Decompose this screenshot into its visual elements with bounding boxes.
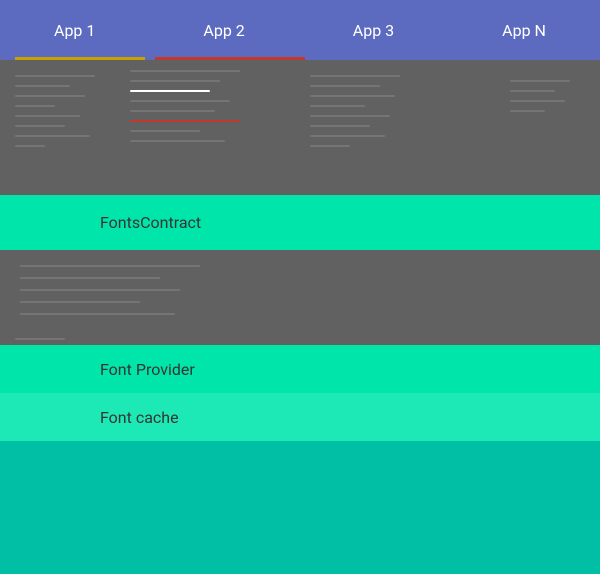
fonts-contract-label: FontsContract [100, 213, 201, 232]
app1-code-lines [15, 75, 105, 155]
bottom-teal-section [0, 441, 600, 574]
font-cache-block: Font cache [0, 393, 600, 441]
app-bar: App 1 App 2 App 3 App N [0, 0, 600, 60]
fonts-contract-block: FontsContract [0, 195, 600, 250]
app-internals-section [0, 60, 600, 195]
tab-app3[interactable]: App 3 [333, 13, 414, 48]
app3-code-lines [310, 75, 410, 155]
tab-app2[interactable]: App 2 [183, 13, 264, 48]
tab-appN[interactable]: App N [482, 13, 566, 48]
font-provider-block: Font Provider [0, 345, 600, 393]
app2-code-lines [130, 70, 250, 150]
tab-app1[interactable]: App 1 [34, 13, 115, 48]
diagram-container: App 1 App 2 App 3 App N [0, 0, 600, 574]
provider-bottom-line [15, 338, 65, 340]
provider-internals-section [0, 250, 600, 345]
font-provider-label: Font Provider [100, 360, 195, 379]
appN-code-lines [510, 80, 580, 120]
provider-code-lines [20, 265, 220, 325]
font-cache-label: Font cache [100, 408, 179, 427]
